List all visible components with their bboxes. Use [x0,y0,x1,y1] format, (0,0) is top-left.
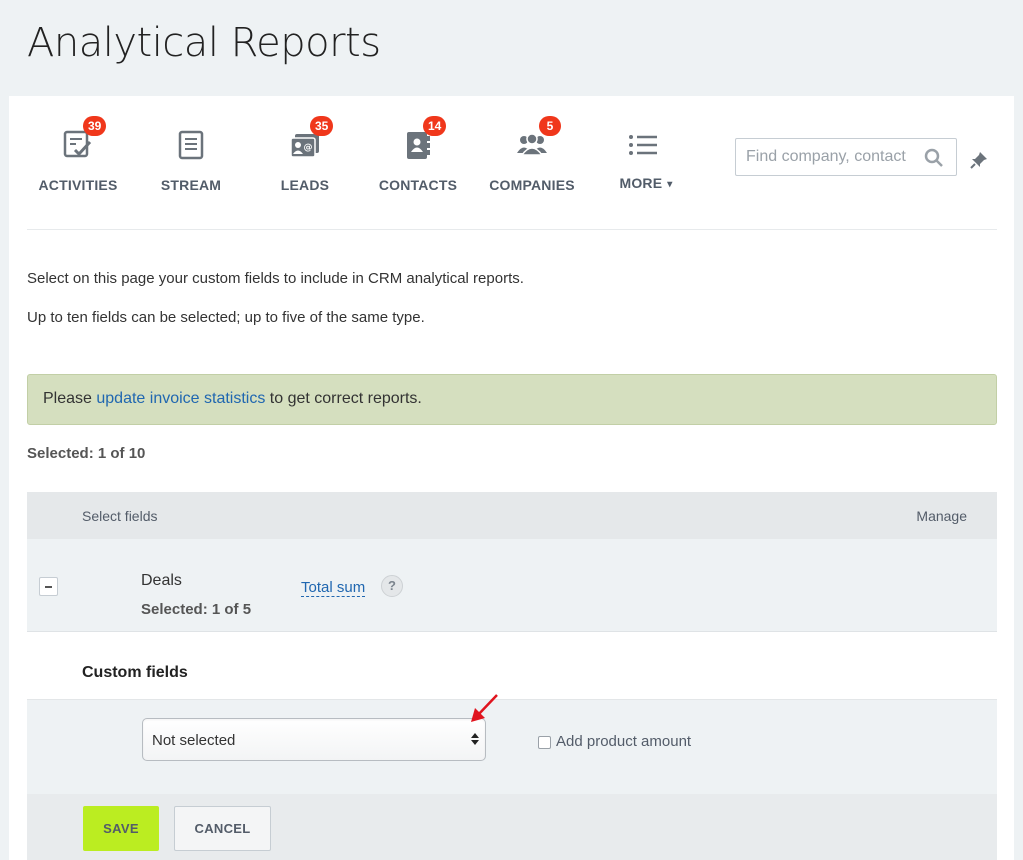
update-invoice-statistics-link[interactable]: update invoice statistics [96,390,265,407]
alert-prefix: Please [43,390,97,407]
select-value: Not selected [152,732,236,749]
table-header: Select fields Manage [27,492,997,539]
page-title: Analytical Reports [27,20,381,66]
nav-label-more: MORE ▾ [591,175,701,191]
nav-label-activities: ACTIVITIES [38,177,118,193]
save-button[interactable]: SAVE [83,806,159,851]
chevron-down-icon: ▾ [667,178,673,190]
alert-suffix: to get correct reports. [265,390,422,407]
total-sum-field-link[interactable]: Total sum [301,579,366,597]
add-product-amount-checkbox[interactable] [538,736,551,749]
group-name: Deals [141,572,182,589]
nav-label-contacts: CONTACTS [378,177,458,193]
header-manage: Manage [916,508,967,524]
search-box [735,138,957,176]
custom-field-select[interactable]: Not selected [142,718,486,761]
cancel-button[interactable]: CANCEL [174,806,271,851]
contacts-badge: 14 [423,116,447,136]
stream-document-icon [178,130,204,160]
pin-icon[interactable] [969,150,989,170]
header-select-fields: Select fields [82,508,158,524]
more-list-icon [629,135,657,155]
nav-label-companies: COMPANIES [489,177,575,193]
search-input[interactable] [736,139,921,175]
select-arrows-icon [471,733,479,745]
deals-group-row: Deals Selected: 1 of 5 Total sum ? [27,539,997,632]
search-icon[interactable] [924,148,944,168]
help-icon[interactable]: ? [381,575,403,597]
main-panel: 39 ACTIVITIES STREAM @ 35 LEADS 14 CONTA… [9,96,1014,860]
custom-fields-row: Not selected Add product amount [27,694,997,794]
add-product-amount-label[interactable]: Add product amount [556,733,691,750]
companies-badge: 5 [539,116,561,136]
group-selected-count: Selected: 1 of 5 [141,601,252,618]
form-footer: SAVE CANCEL [27,794,997,860]
toolbar-divider [27,229,997,230]
activities-badge: 39 [83,116,107,136]
leads-badge: 35 [310,116,334,136]
custom-fields-title: Custom fields [82,664,188,681]
intro-line-2: Up to ten fields can be selected; up to … [27,309,425,326]
nav-label-leads: LEADS [280,177,330,193]
intro-line-1: Select on this page your custom fields t… [27,270,524,287]
selected-total: Selected: 1 of 10 [27,445,146,462]
nav-label-stream: STREAM [160,177,222,193]
more-label: MORE [619,175,663,191]
pointer-arrow-icon [471,694,498,722]
svg-text:@: @ [304,143,313,153]
invoice-alert: Please update invoice statistics to get … [27,374,997,425]
collapse-toggle-button[interactable] [39,577,58,596]
